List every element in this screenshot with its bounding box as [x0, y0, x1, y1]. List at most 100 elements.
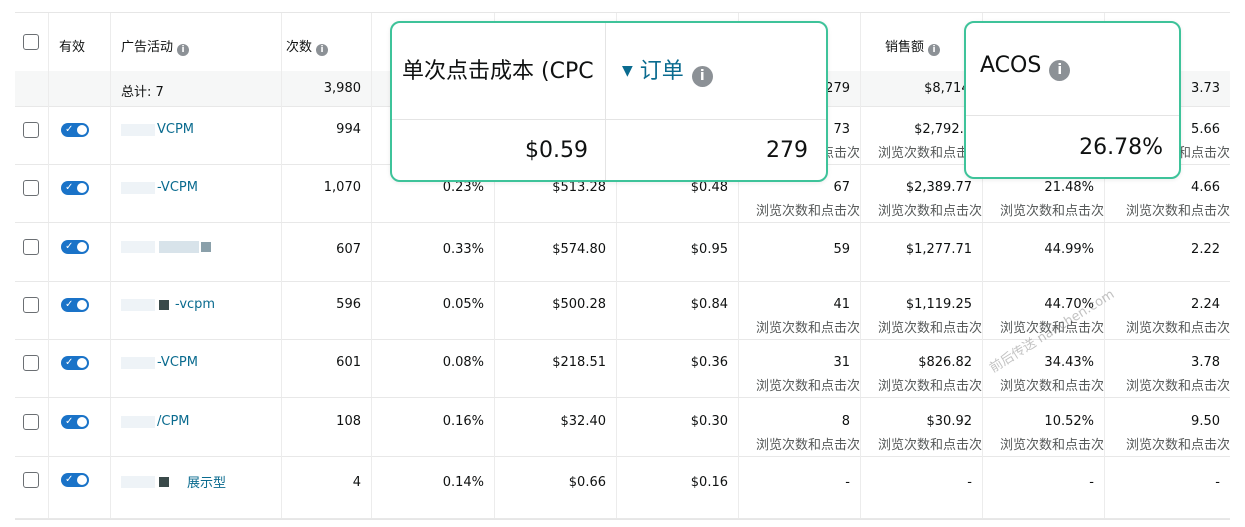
row-checkbox[interactable] — [23, 122, 39, 138]
sales-value: $30.92 — [926, 414, 973, 429]
row-checkbox[interactable] — [23, 297, 39, 313]
row-select-cell — [15, 164, 49, 222]
row-acos-cell: 10.52% 浏览次数和点击次 — [983, 398, 1105, 456]
row-active-cell: ✓ — [49, 223, 111, 281]
ctr-value: 0.16% — [442, 414, 484, 429]
info-icon[interactable]: i — [316, 44, 329, 56]
row-sales-cell: $1,277.71 — [861, 223, 983, 281]
cpc-value: $0.16 — [690, 475, 728, 490]
table-row: ✓ 607 0.33% $574.80 $0.95 59 $1,277.71 44.99% 2.… — [15, 223, 1230, 282]
check-icon: ✓ — [65, 182, 74, 193]
row-ctr-cell: 0.33% — [372, 223, 495, 281]
cpc-value: $0.95 — [690, 242, 728, 257]
sales-value: $1,119.25 — [905, 297, 972, 312]
acos-attribution-note: 浏览次数和点击次 — [999, 204, 1104, 219]
spend-value: $0.66 — [568, 475, 606, 490]
active-toggle[interactable]: ✓ — [61, 181, 89, 195]
divider — [605, 23, 606, 180]
row-roas-cell: - — [1105, 456, 1230, 518]
impressions-value: 108 — [336, 414, 361, 429]
row-acos-cell: - — [983, 456, 1105, 518]
spend-value: $32.40 — [560, 414, 607, 429]
active-toggle[interactable]: ✓ — [61, 240, 89, 254]
select-all-checkbox[interactable] — [23, 34, 39, 50]
acos-metric-card: ACOS i 26.78% — [964, 21, 1181, 179]
row-active-cell: ✓ — [49, 164, 111, 222]
spend-value: $500.28 — [552, 297, 606, 312]
row-cpc-cell: $0.95 — [617, 223, 739, 281]
row-sales-cell: $1,119.25 浏览次数和点击次 — [861, 281, 983, 339]
row-spend-cell: $218.51 — [495, 339, 617, 397]
orders-sort-header[interactable]: ▼ 订单 i — [622, 53, 713, 87]
info-icon[interactable]: i — [177, 44, 190, 56]
row-campaign-cell: -vcpm — [111, 281, 282, 339]
info-icon[interactable]: i — [691, 66, 713, 87]
campaign-link[interactable]: -vcpm — [175, 297, 215, 312]
impressions-value: 994 — [336, 122, 361, 137]
row-cpc-cell: $0.16 — [617, 456, 739, 518]
header-impressions-cell[interactable]: 次数 i — [282, 13, 372, 71]
toggle-knob — [77, 242, 87, 252]
check-icon: ✓ — [65, 416, 74, 427]
cpc-metric-value: $0.59 — [525, 138, 588, 163]
acos-metric-header[interactable]: ACOS i — [980, 53, 1071, 81]
total-empty-cell — [15, 71, 49, 106]
header-active-cell: 有效 — [49, 13, 111, 71]
active-toggle[interactable]: ✓ — [61, 298, 89, 312]
total-impressions: 3,980 — [323, 81, 361, 96]
row-campaign-cell: -VCPM — [111, 164, 282, 222]
campaign-link[interactable]: 展示型 — [187, 476, 226, 491]
active-toggle[interactable]: ✓ — [61, 123, 89, 137]
roas-attribution-note: 浏览次数和点击次 — [1125, 379, 1230, 394]
row-campaign-cell: 展示型 — [111, 456, 282, 518]
campaign-link[interactable]: VCPM — [157, 122, 194, 137]
row-acos-cell: 44.99% — [983, 223, 1105, 281]
cpc-value: $0.36 — [690, 355, 728, 370]
row-orders-cell: 8 浏览次数和点击次 — [739, 398, 861, 456]
roas-value: 4.66 — [1191, 180, 1220, 195]
row-roas-cell: 9.50 浏览次数和点击次 — [1105, 398, 1230, 456]
acos-metric-title: ACOS — [980, 53, 1042, 78]
active-toggle[interactable]: ✓ — [61, 356, 89, 370]
row-spend-cell: $500.28 — [495, 281, 617, 339]
sales-attribution-note: 浏览次数和点击次 — [877, 379, 982, 394]
header-sales-label: 销售额 — [885, 40, 925, 55]
info-icon[interactable]: i — [1049, 60, 1071, 81]
row-checkbox[interactable] — [23, 414, 39, 430]
row-active-cell: ✓ — [49, 281, 111, 339]
header-campaign-cell[interactable]: 广告活动 i — [111, 13, 282, 71]
cpc-value: $0.84 — [690, 297, 728, 312]
check-icon: ✓ — [65, 357, 74, 368]
toggle-knob — [77, 125, 87, 135]
campaign-link[interactable]: -VCPM — [157, 180, 198, 195]
redacted-block — [121, 240, 155, 253]
active-toggle[interactable]: ✓ — [61, 473, 89, 487]
orders-value: 59 — [833, 242, 850, 257]
row-active-cell: ✓ — [49, 339, 111, 397]
row-checkbox[interactable] — [23, 180, 39, 196]
row-checkbox[interactable] — [23, 239, 39, 255]
orders-attribution-note: 浏览次数和点击次 — [755, 438, 860, 453]
info-icon[interactable]: i — [928, 44, 941, 56]
row-impressions-cell: 994 — [282, 106, 372, 164]
row-checkbox[interactable] — [23, 355, 39, 371]
sales-value: - — [967, 475, 972, 490]
roas-value: 9.50 — [1191, 414, 1220, 429]
row-impressions-cell: 607 — [282, 223, 372, 281]
row-ctr-cell: 0.16% — [372, 398, 495, 456]
row-ctr-cell: 0.05% — [372, 281, 495, 339]
campaign-link[interactable]: -VCPM — [157, 355, 198, 370]
spend-value: $218.51 — [552, 355, 606, 370]
orders-value: 41 — [833, 297, 850, 312]
total-orders: 279 — [825, 81, 850, 96]
active-toggle[interactable]: ✓ — [61, 415, 89, 429]
table-row: ✓ -VCPM 601 0.08% $218.51 $0.36 31 浏览次数和点击次 $826… — [15, 339, 1230, 398]
row-select-cell — [15, 281, 49, 339]
roas-attribution-note: 浏览次数和点击次 — [1125, 321, 1230, 336]
row-cpc-cell: $0.36 — [617, 339, 739, 397]
total-roas: 3.73 — [1191, 81, 1220, 96]
campaign-link[interactable]: /CPM — [157, 414, 190, 429]
row-checkbox[interactable] — [23, 472, 39, 488]
acos-value: 21.48% — [1044, 180, 1094, 195]
impressions-value: 1,070 — [323, 180, 361, 195]
